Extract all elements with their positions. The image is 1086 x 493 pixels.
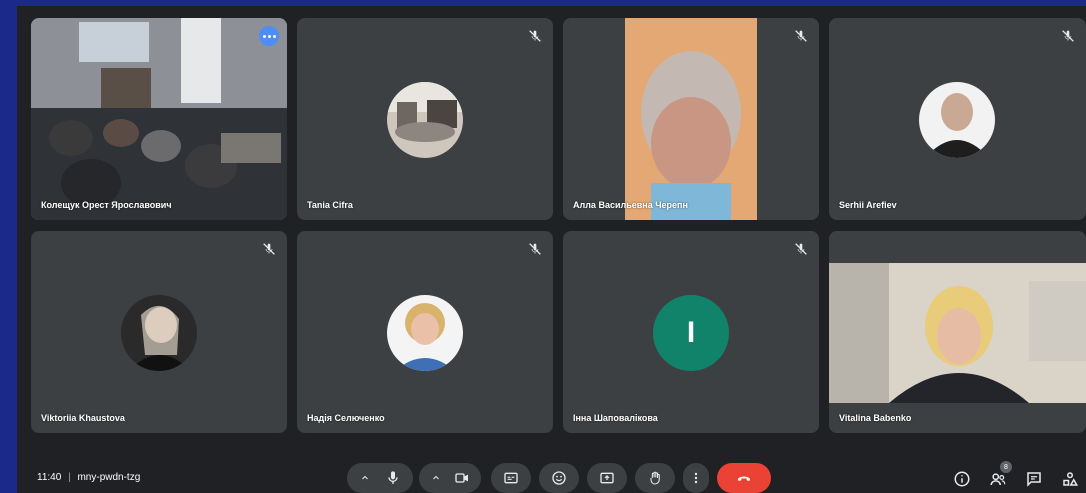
participant-tile[interactable]: I Інна Шаповалікова — [563, 231, 819, 433]
meeting-toolbar: 11:40 | mny-pwdn-tzg 8 — [17, 456, 1086, 493]
video-feed-woman — [563, 18, 819, 220]
raise-hand-icon — [650, 471, 660, 485]
mic-off-icon — [529, 243, 541, 255]
camera-icon[interactable] — [454, 470, 470, 486]
participant-name: Алла Васильевна Черепн — [573, 200, 688, 210]
camera-control-group — [419, 463, 481, 493]
participant-name: Інна Шаповалікова — [573, 413, 658, 423]
participant-tile-active[interactable]: Колещук Орест Ярославович — [31, 18, 287, 220]
mic-off-icon — [795, 30, 807, 42]
meeting-info: 11:40 | mny-pwdn-tzg — [37, 472, 140, 483]
participant-name: Надія Селюченко — [307, 413, 385, 423]
mic-icon[interactable] — [385, 470, 401, 486]
participant-name: Vitalina Babenko — [839, 413, 912, 423]
mic-off-icon — [263, 243, 275, 255]
avatar — [121, 295, 197, 371]
avatar — [919, 82, 995, 158]
captions-icon — [504, 472, 518, 484]
separator: | — [68, 472, 71, 483]
mic-off-icon — [1062, 30, 1074, 42]
more-options-button[interactable] — [683, 463, 709, 493]
end-call-button[interactable] — [717, 463, 771, 493]
raise-hand-button[interactable] — [635, 463, 675, 493]
participant-tile[interactable]: Viktoriia Khaustova — [31, 231, 287, 433]
meeting-code: mny-pwdn-tzg — [77, 472, 141, 483]
info-icon[interactable] — [953, 470, 971, 488]
meeting-time: 11:40 — [37, 472, 62, 483]
meet-screen: Колещук Орест Ярославович Tania Cifra Ал… — [17, 6, 1086, 493]
more-options-button[interactable] — [259, 26, 279, 46]
participant-name: Tania Cifra — [307, 200, 353, 210]
chevron-up-icon[interactable] — [430, 472, 442, 484]
mic-off-icon — [795, 243, 807, 255]
avatar — [387, 82, 463, 158]
participant-name: Serhii Arefiev — [839, 200, 897, 210]
participant-tile[interactable]: Надія Селюченко — [297, 231, 553, 433]
participant-name: Колещук Орест Ярославович — [41, 200, 172, 210]
people-count-badge: 8 — [1000, 461, 1012, 473]
activities-icon[interactable] — [1061, 470, 1079, 488]
mic-off-icon — [529, 30, 541, 42]
end-call-icon — [738, 476, 750, 481]
more-vert-icon — [694, 472, 698, 484]
chat-icon[interactable] — [1025, 470, 1043, 488]
participant-tile[interactable]: Serhii Arefiev — [829, 18, 1086, 220]
present-icon — [600, 472, 614, 484]
captions-button[interactable] — [491, 463, 531, 493]
video-feed-woman-blonde — [829, 231, 1086, 433]
video-feed-classroom — [31, 18, 287, 220]
avatar-initial: I — [653, 295, 729, 371]
emoji-icon — [552, 471, 566, 485]
mic-control-group — [347, 463, 413, 493]
avatar — [387, 295, 463, 371]
emoji-button[interactable] — [539, 463, 579, 493]
participant-tile[interactable]: Алла Васильевна Черепн — [563, 18, 819, 220]
participant-tile[interactable]: Tania Cifra — [297, 18, 553, 220]
participant-tile[interactable]: Vitalina Babenko — [829, 231, 1086, 433]
present-button[interactable] — [587, 463, 627, 493]
participant-name: Viktoriia Khaustova — [41, 413, 125, 423]
chevron-up-icon[interactable] — [359, 472, 371, 484]
